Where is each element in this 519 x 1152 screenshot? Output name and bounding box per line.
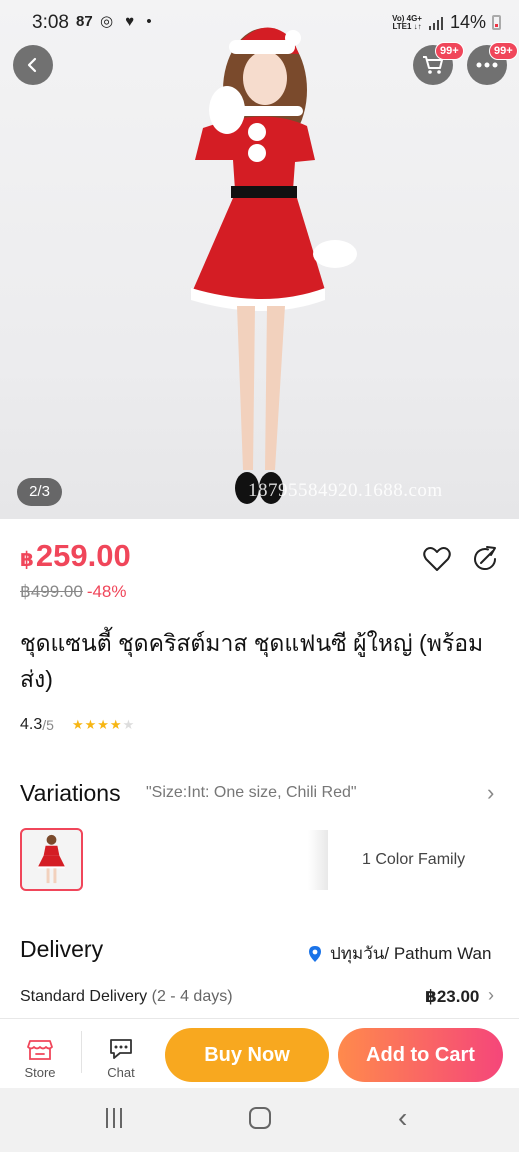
image-counter: 2/3 bbox=[17, 478, 62, 506]
variations-selected: "Size:Int: One size, Chili Red" bbox=[146, 784, 357, 801]
thumbnail-scroll-fade bbox=[308, 830, 328, 890]
system-back-icon[interactable]: ‹ bbox=[398, 1102, 407, 1134]
rating-stars-icon: ★★★★★ bbox=[71, 717, 136, 732]
home-icon[interactable] bbox=[249, 1107, 271, 1129]
more-options-button[interactable]: 99+ bbox=[467, 42, 518, 85]
product-price: ฿259.00 bbox=[20, 538, 131, 574]
standard-delivery-label: Standard Delivery bbox=[20, 988, 148, 1005]
status-bar: 3:08 87 ◎ ♥ • Vo) 4G+ LTE1 ↓↑ 14% bbox=[0, 0, 519, 44]
bottom-action-bar: Store Chat Buy Now Add to Cart bbox=[0, 1018, 519, 1088]
chat-icon bbox=[110, 1039, 132, 1059]
location-text: ปทุมวัน/ Pathum Wan bbox=[330, 944, 492, 963]
product-title: ชุดแซนตี้ ชุดคริสต์มาส ชุดแฟนซี ผู้ใหญ่ … bbox=[20, 630, 484, 692]
recents-icon[interactable] bbox=[106, 1108, 128, 1130]
variation-thumbnail[interactable] bbox=[20, 828, 83, 891]
cart-badge: 99+ bbox=[435, 42, 464, 60]
product-image-gallery[interactable]: 3:08 87 ◎ ♥ • Vo) 4G+ LTE1 ↓↑ 14% 99+ 99… bbox=[0, 0, 519, 519]
discount-badge: -48% bbox=[86, 582, 127, 601]
action-divider bbox=[81, 1031, 82, 1073]
wishlist-heart-icon[interactable] bbox=[422, 544, 452, 574]
delivery-location[interactable]: ปทุมวัน/ Pathum Wan bbox=[308, 940, 491, 967]
buy-now-button[interactable]: Buy Now bbox=[165, 1028, 329, 1082]
status-notification-count: 87 bbox=[76, 13, 93, 30]
product-photo bbox=[191, 27, 357, 504]
original-price: ฿499.00 bbox=[20, 582, 83, 601]
battery-icon bbox=[492, 15, 501, 30]
delivery-heading: Delivery bbox=[20, 936, 104, 962]
standard-delivery-days: (2 - 4 days) bbox=[151, 988, 233, 1005]
more-badge: 99+ bbox=[489, 42, 518, 60]
store-icon bbox=[27, 1040, 53, 1060]
store-button[interactable]: Store bbox=[20, 1037, 60, 1080]
cart-button[interactable]: 99+ bbox=[413, 42, 464, 85]
system-navigation-bar: ‹ bbox=[0, 1088, 519, 1152]
standard-delivery-row[interactable]: Standard Delivery (2 - 4 days) bbox=[20, 988, 233, 1006]
price-currency: ฿ bbox=[20, 549, 34, 571]
rating-row[interactable]: 4.3 /5 ★★★★★ bbox=[20, 716, 135, 734]
more-dots-icon bbox=[476, 62, 498, 68]
network-icon: Vo) 4G+ LTE1 ↓↑ bbox=[392, 14, 422, 31]
image-watermark: 18795584920.1688.com bbox=[248, 480, 443, 501]
standard-delivery-price: ฿23.00 bbox=[425, 987, 480, 1006]
thumbnail-photo bbox=[37, 834, 66, 884]
status-notification-icons: ◎ ♥ • bbox=[100, 13, 156, 30]
color-family-count[interactable]: 1 Color Family bbox=[362, 851, 465, 869]
rating-score: 4.3 bbox=[20, 716, 43, 733]
signal-icon bbox=[428, 16, 443, 30]
chevron-left-icon bbox=[27, 57, 37, 73]
variations-chevron-icon[interactable]: › bbox=[487, 780, 494, 806]
rating-denominator: /5 bbox=[42, 717, 54, 733]
store-label: Store bbox=[24, 1065, 56, 1080]
location-pin-icon bbox=[309, 945, 321, 962]
chat-label: Chat bbox=[107, 1065, 135, 1080]
original-price-row: ฿499.00 -48% bbox=[20, 582, 127, 602]
battery-percent: 14% bbox=[449, 12, 486, 32]
status-right-group: Vo) 4G+ LTE1 ↓↑ 14% bbox=[392, 12, 501, 33]
share-icon[interactable] bbox=[470, 544, 500, 574]
delivery-chevron-icon[interactable]: › bbox=[488, 985, 494, 1006]
network-sub: LTE1 ↓↑ bbox=[392, 21, 422, 31]
back-button[interactable] bbox=[13, 45, 53, 85]
variations-heading: Variations bbox=[20, 780, 121, 806]
add-to-cart-button[interactable]: Add to Cart bbox=[338, 1028, 503, 1082]
status-time: 3:08 bbox=[32, 12, 69, 33]
price-value: 259.00 bbox=[35, 538, 131, 573]
chat-button[interactable]: Chat bbox=[101, 1037, 141, 1080]
